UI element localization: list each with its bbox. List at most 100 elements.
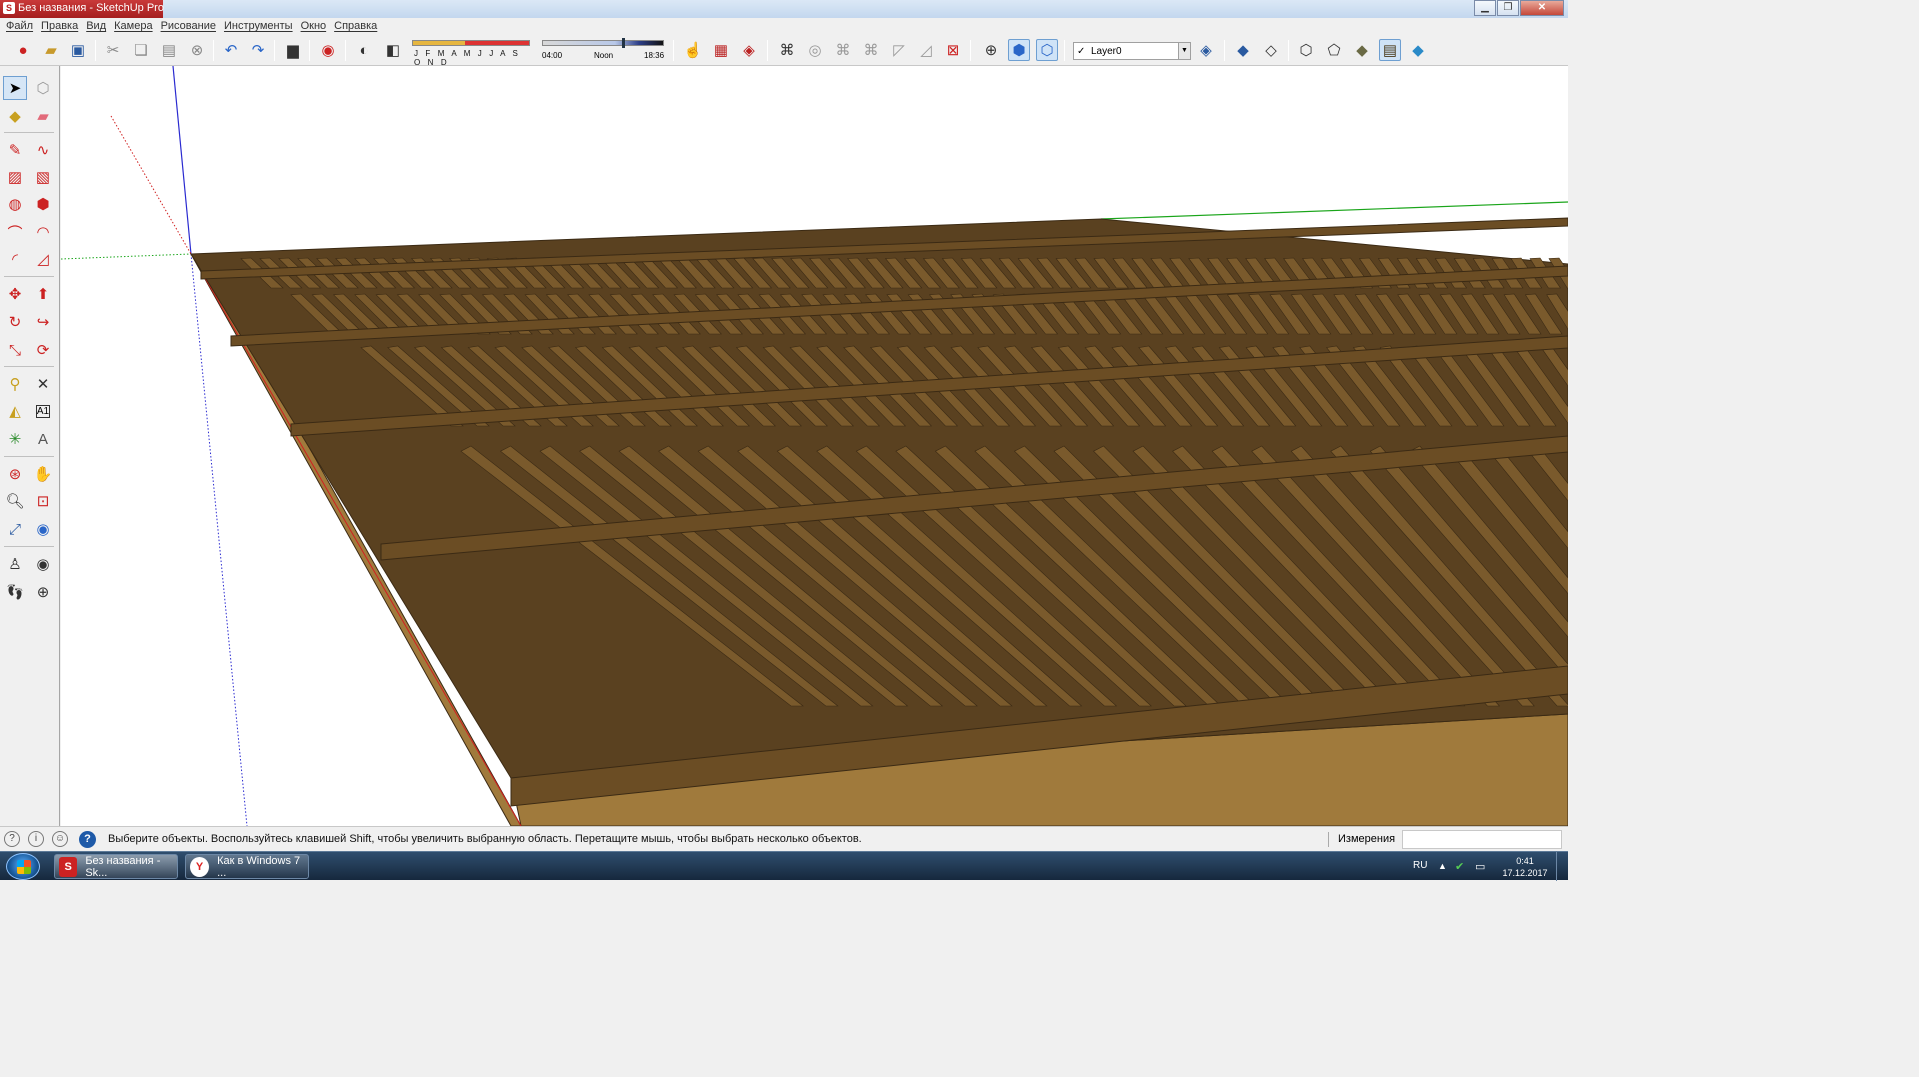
menu-draw[interactable]: Рисование: [159, 18, 222, 35]
shaded-with-textures-icon[interactable]: ▤: [1379, 39, 1401, 61]
protractor-icon[interactable]: ◭: [3, 399, 27, 423]
offset-tool-icon[interactable]: ⟳: [31, 338, 55, 362]
polygon-tool-icon[interactable]: ⬢: [31, 192, 55, 216]
rotate-tool-icon[interactable]: ↻: [3, 310, 27, 334]
stamp-icon[interactable]: ⌘: [860, 39, 882, 61]
previous-view-icon[interactable]: ◉: [31, 517, 55, 541]
line-tool-icon[interactable]: ✎: [3, 138, 27, 162]
zoom-tool-icon[interactable]: 🔍︎: [3, 489, 27, 513]
zoom-window-icon[interactable]: ⊡: [31, 489, 55, 513]
text-tool-icon[interactable]: A1: [31, 399, 55, 423]
dimension-tool-icon[interactable]: ✕: [31, 372, 55, 396]
warehouse-share-icon[interactable]: ☝: [682, 39, 704, 61]
menu-help[interactable]: Справка: [332, 18, 383, 35]
freehand-tool-icon[interactable]: ∿: [31, 138, 55, 162]
user-account-icon[interactable]: ☺: [52, 831, 68, 847]
menu-edit[interactable]: Правка: [39, 18, 84, 35]
rotated-rectangle-icon[interactable]: ▧: [31, 165, 55, 189]
monochrome-icon[interactable]: ◆: [1407, 39, 1429, 61]
minimize-icon[interactable]: ▁: [1474, 0, 1496, 16]
layer-dropdown[interactable]: ✓ Layer0 ▼: [1073, 42, 1191, 60]
taskbar-item-browser[interactable]: Y Как в Windows 7 ...: [185, 854, 309, 879]
follow-me-icon[interactable]: ↪: [31, 310, 55, 334]
eraser-icon[interactable]: ▰: [31, 104, 55, 128]
make-component-icon[interactable]: ⬡: [31, 76, 55, 100]
display-section-cuts-icon[interactable]: ⬡: [1036, 39, 1058, 61]
move-tool-icon[interactable]: ✥: [3, 282, 27, 306]
start-button[interactable]: [6, 853, 40, 880]
show-desktop-button[interactable]: [1556, 852, 1568, 881]
shadow-time-slider[interactable]: 04:00 Noon 18:36: [542, 38, 664, 62]
sandbox-from-contours-icon[interactable]: ⌘: [776, 39, 798, 61]
flip-edge-icon[interactable]: ⊠: [942, 39, 964, 61]
smoove-icon[interactable]: ⌘: [832, 39, 854, 61]
paste-icon[interactable]: ▤: [158, 39, 180, 61]
geo-location-icon[interactable]: ?: [4, 831, 20, 847]
close-icon[interactable]: ✕: [1520, 0, 1564, 16]
layer-manager-icon[interactable]: ◈: [1195, 39, 1217, 61]
measurements-input[interactable]: [1402, 830, 1562, 849]
menu-tools[interactable]: Инструменты: [222, 18, 299, 35]
wireframe-icon[interactable]: ⬡: [1295, 39, 1317, 61]
position-camera-icon[interactable]: ♙: [3, 552, 27, 576]
taskbar-item-sketchup[interactable]: S Без названия - Sk...: [54, 854, 178, 879]
pie-tool-icon[interactable]: ◿: [31, 247, 55, 271]
tape-measure-icon[interactable]: ⚲: [3, 372, 27, 396]
sandbox-from-scratch-icon[interactable]: ◎: [804, 39, 826, 61]
push-pull-icon[interactable]: ⬆: [31, 282, 55, 306]
time-thumb[interactable]: [622, 38, 625, 48]
shaded-icon[interactable]: ◆: [1351, 39, 1373, 61]
xray-icon[interactable]: ◆: [1232, 39, 1254, 61]
menu-window[interactable]: Окно: [299, 18, 333, 35]
section-plane-tool-icon[interactable]: ⊕: [31, 580, 55, 604]
extension-warehouse-icon[interactable]: ◈: [738, 39, 760, 61]
copy-icon[interactable]: ❏: [130, 39, 152, 61]
get-models-icon[interactable]: ▦: [710, 39, 732, 61]
select-tool-icon[interactable]: ➤: [3, 76, 27, 100]
menu-view[interactable]: Вид: [84, 18, 112, 35]
model-info-icon[interactable]: ◉: [317, 39, 339, 61]
back-edges-icon[interactable]: ◇: [1260, 39, 1282, 61]
section-plane-icon[interactable]: ⊕: [980, 39, 1002, 61]
network-icon[interactable]: ▭: [1475, 860, 1487, 873]
credits-icon[interactable]: i: [28, 831, 44, 847]
chevron-down-icon[interactable]: ▼: [1178, 43, 1190, 59]
shadow-month-slider[interactable]: J F M A M J J A S O N D: [412, 40, 530, 67]
erase-icon[interactable]: ⊗: [186, 39, 208, 61]
axes-tool-icon[interactable]: ✳: [3, 427, 27, 451]
undo-icon[interactable]: ↶: [220, 39, 242, 61]
look-around-icon[interactable]: ◉: [31, 552, 55, 576]
new-file-icon[interactable]: ●: [12, 39, 34, 61]
menu-file[interactable]: Файл: [4, 18, 39, 35]
open-folder-icon[interactable]: ▰: [40, 39, 62, 61]
hidden-line-icon[interactable]: ⬠: [1323, 39, 1345, 61]
three-point-arc-icon[interactable]: ◜: [3, 247, 27, 271]
menu-camera[interactable]: Камера: [112, 18, 158, 35]
maximize-icon[interactable]: ❐: [1497, 0, 1519, 16]
walk-tool-icon[interactable]: 👣︎: [3, 580, 27, 604]
two-point-arc-icon[interactable]: ◠: [31, 220, 55, 244]
cut-icon[interactable]: ✂: [102, 39, 124, 61]
taskbar-clock[interactable]: 0:41 17.12.2017: [1496, 855, 1554, 879]
print-icon[interactable]: ▆: [282, 39, 304, 61]
add-detail-icon[interactable]: ◿: [915, 39, 937, 61]
orbit-tool-icon[interactable]: ⊛: [3, 462, 27, 486]
circle-tool-icon[interactable]: ◍: [3, 192, 27, 216]
rectangle-tool-icon[interactable]: ▨: [3, 165, 27, 189]
redo-icon[interactable]: ↷: [247, 39, 269, 61]
pan-tool-icon[interactable]: ✋: [31, 462, 55, 486]
display-section-planes-icon[interactable]: ⬢: [1008, 39, 1030, 61]
shadow-settings-icon[interactable]: ◐: [353, 39, 375, 61]
tray-expand-icon[interactable]: ▲: [1438, 861, 1447, 871]
display-shadows-icon[interactable]: ◧: [382, 39, 404, 61]
paint-bucket-icon[interactable]: ◆: [3, 104, 27, 128]
save-icon[interactable]: ▣: [67, 39, 89, 61]
arc-tool-icon[interactable]: ⌒: [3, 220, 27, 244]
3d-text-icon[interactable]: A: [31, 427, 55, 451]
3d-viewport[interactable]: [61, 66, 1568, 826]
help-icon[interactable]: ?: [79, 831, 96, 848]
drape-icon[interactable]: ◸: [888, 39, 910, 61]
scale-tool-icon[interactable]: ⤡: [3, 338, 27, 362]
zoom-extents-icon[interactable]: ⤢: [3, 517, 27, 541]
tray-security-icon[interactable]: ✔: [1455, 860, 1467, 873]
